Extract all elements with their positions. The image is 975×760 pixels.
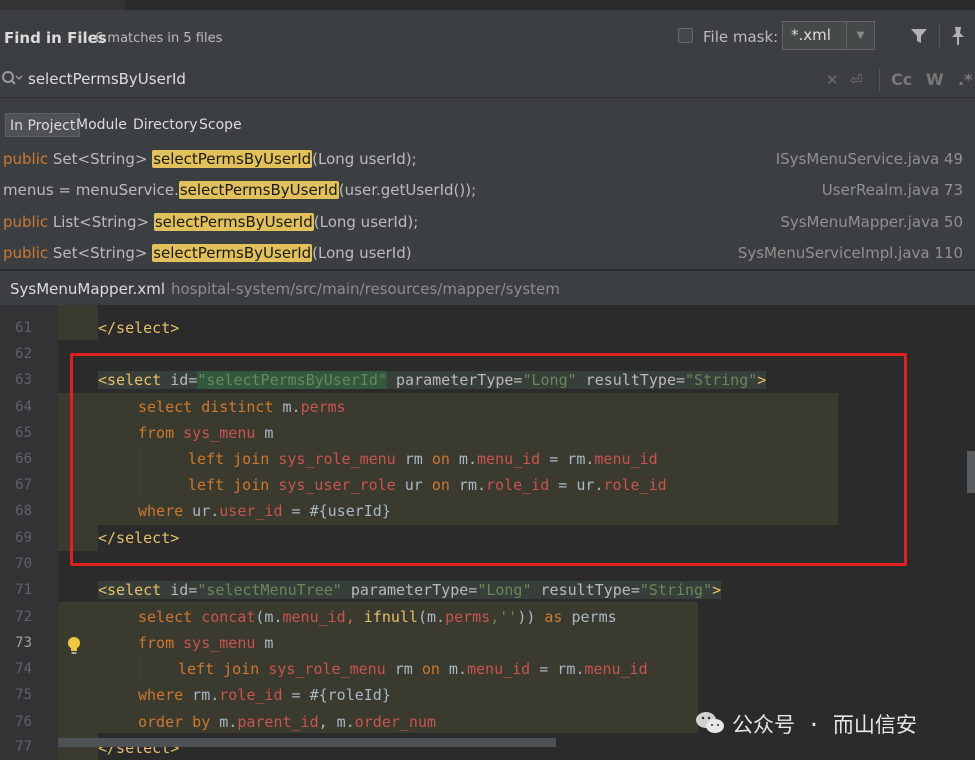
search-divider xyxy=(879,69,880,91)
line-gutter: 61 62 63 64 65 66 67 68 69 70 71 72 73 7… xyxy=(0,305,58,760)
line-number: 70 xyxy=(15,556,32,572)
match-highlight: selectPermsByUserId xyxy=(178,181,339,199)
code-line-61: </select> xyxy=(98,319,180,337)
wechat-icon xyxy=(695,710,725,740)
result-file: SysMenuMapper.java 50 xyxy=(780,213,963,231)
match-highlight: selectPermsByUserId xyxy=(152,150,313,168)
line-number: 67 xyxy=(15,477,32,493)
horizontal-scrollbar[interactable] xyxy=(58,738,556,747)
scope-band xyxy=(58,305,98,340)
toolbar-divider xyxy=(939,24,940,48)
editor-top-fragment xyxy=(0,0,975,10)
file-mask-value: *.xml xyxy=(791,26,831,44)
code-line-71: <select id="selectMenuTree" parameterTyp… xyxy=(98,581,722,599)
line-number: 75 xyxy=(15,687,32,703)
line-number: 69 xyxy=(15,530,32,546)
code-line-73: from sys_menu m xyxy=(138,634,274,652)
clear-icon[interactable]: ✕ xyxy=(826,71,839,89)
result-row[interactable]: menus = menuService.selectPermsByUserId(… xyxy=(0,175,975,206)
tab-scope[interactable]: Scope xyxy=(199,113,242,137)
result-row[interactable]: public Set<String> selectPermsByUserId(L… xyxy=(0,144,975,175)
find-in-files-header: Find in Files 6 matches in 5 files File … xyxy=(0,10,975,64)
whole-words-button[interactable]: W xyxy=(926,70,944,89)
match-count: 6 matches in 5 files xyxy=(95,31,223,46)
match-highlight: selectPermsByUserId xyxy=(153,213,314,231)
match-case-button[interactable]: Cc xyxy=(891,70,912,89)
result-row[interactable]: public Set<String> selectPermsByUserId(L… xyxy=(0,238,975,269)
result-row[interactable]: public List<String> selectPermsByUserId(… xyxy=(0,207,975,238)
file-mask-dropdown[interactable]: *.xml ▼ xyxy=(782,21,875,50)
scope-tabs: In Project Module Directory Scope xyxy=(0,98,975,143)
line-number: 68 xyxy=(15,503,32,519)
line-number: 61 xyxy=(15,320,32,336)
preview-file-path: hospital-system/src/main/resources/mappe… xyxy=(171,280,560,298)
result-file: SysMenuServiceImpl.java 110 xyxy=(737,244,963,262)
filter-icon[interactable] xyxy=(910,27,928,49)
scope-band xyxy=(58,602,98,760)
code-editor[interactable]: 61 62 63 64 65 66 67 68 69 70 71 72 73 7… xyxy=(0,305,975,760)
tab-module[interactable]: Module xyxy=(76,113,127,137)
tab-directory[interactable]: Directory xyxy=(133,113,198,137)
line-number: 64 xyxy=(15,399,32,415)
tab-in-project[interactable]: In Project xyxy=(5,113,81,137)
preview-header: SysMenuMapper.xml hospital-system/src/ma… xyxy=(0,269,975,305)
watermark-text: 公众号 · 而山信安 xyxy=(732,713,917,737)
search-row: selectPermsByUserId ✕ ⏎ Cc W .* xyxy=(0,63,975,98)
file-mask-checkbox[interactable] xyxy=(678,28,693,43)
search-input[interactable]: selectPermsByUserId xyxy=(28,70,186,88)
line-number: 77 xyxy=(15,739,32,755)
annotation-box xyxy=(70,353,907,566)
file-mask-label[interactable]: File mask: xyxy=(703,28,778,46)
preview-file-name: SysMenuMapper.xml xyxy=(10,280,166,298)
line-number: 63 xyxy=(15,372,32,388)
search-icon[interactable] xyxy=(1,70,23,92)
pin-icon[interactable] xyxy=(949,26,967,50)
find-title: Find in Files xyxy=(4,29,107,47)
chevron-down-icon[interactable]: ▼ xyxy=(846,22,874,49)
line-number: 74 xyxy=(15,661,32,677)
line-number: 62 xyxy=(15,346,32,362)
code-line-72: select concat(m.menu_id, ifnull(m.perms,… xyxy=(138,608,617,626)
line-number: 72 xyxy=(15,609,32,625)
regex-button[interactable]: .* xyxy=(958,70,972,89)
code-line-75: where rm.role_id = #{roleId} xyxy=(138,686,391,704)
result-file: ISysMenuService.java 49 xyxy=(775,150,963,168)
match-highlight: selectPermsByUserId xyxy=(152,244,313,262)
newline-icon[interactable]: ⏎ xyxy=(850,71,863,89)
line-number: 66 xyxy=(15,451,32,467)
lightbulb-icon[interactable] xyxy=(66,636,82,660)
results-list: public Set<String> selectPermsByUserId(L… xyxy=(0,143,975,269)
code-line-76: order by m.parent_id, m.order_num xyxy=(138,713,437,731)
line-number-current: 73 xyxy=(15,635,32,651)
line-number: 65 xyxy=(15,425,32,441)
code-line-74: left join sys_role_menu rm on m.menu_id … xyxy=(178,660,648,678)
vertical-scrollbar[interactable] xyxy=(967,451,975,493)
line-number: 76 xyxy=(15,714,32,730)
line-number: 71 xyxy=(15,582,32,598)
result-file: UserRealm.java 73 xyxy=(821,181,963,199)
